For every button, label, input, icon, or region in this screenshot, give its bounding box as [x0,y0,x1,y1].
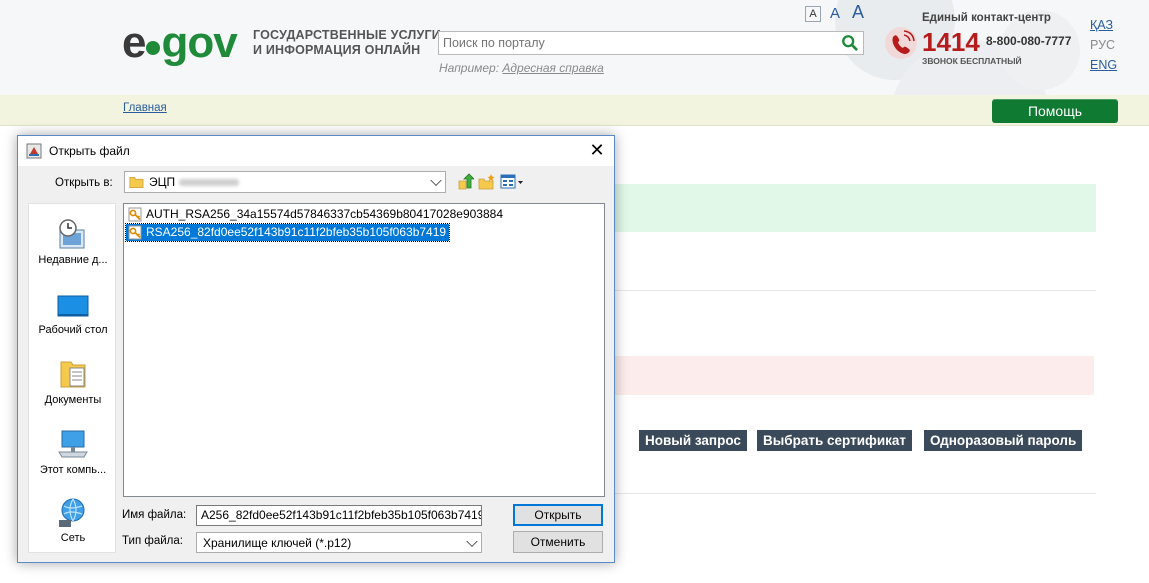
computer-icon [58,430,88,458]
place-recent[interactable]: Недавние д... [29,218,117,266]
help-button[interactable]: Помощь [992,99,1118,123]
recent-items-icon [59,219,85,249]
close-icon[interactable]: ✕ [586,140,608,160]
divider [600,290,1096,291]
filename-input[interactable]: A256_82fd0ee52f143b91c11f2bfeb35b105f063… [196,505,482,526]
example-prefix: Например: [439,61,500,75]
place-label: Этот компь... [39,464,107,476]
filetype-value: Хранилище ключей (*.p12) [203,536,352,550]
select-certificate-button[interactable]: Выбрать сертификат [757,430,913,451]
place-this-pc[interactable]: Этот компь... [29,428,117,476]
blurred-redaction [179,179,240,187]
filetype-select[interactable]: Хранилище ключей (*.p12) [196,532,482,553]
lang-rus-current: РУС [1090,38,1116,52]
contact-short-number: 1414 [922,27,980,57]
logo-e: e [122,18,147,67]
logo-gov: gov [161,18,237,67]
lang-eng-link[interactable]: ENG [1090,58,1117,72]
search-icon[interactable] [841,34,859,52]
documents-icon [60,361,86,388]
key-file-icon [128,207,142,222]
chevron-down-icon [466,535,478,547]
slogan-line-2: И ИНФОРМАЦИЯ ОНЛАЙН [253,43,421,57]
filename-label: Имя файла: [122,509,187,521]
logo-dot-icon [146,41,161,55]
search-box [438,31,864,55]
file-list[interactable]: AUTH_RSA256_34a15574d57846337cb54369b804… [123,203,605,497]
font-size-small-button[interactable]: A [805,6,821,22]
filename-value: A256_82fd0ee52f143b91c11f2bfeb35b105f063… [201,508,482,522]
file-name: AUTH_RSA256_34a15574d57846337cb54369b804… [146,207,503,221]
dialog-title: Открыть файл [49,144,130,158]
info-panel-green [600,184,1096,232]
key-file-icon [128,225,142,240]
place-label: Недавние д... [38,254,108,266]
place-label: Документы [44,394,102,406]
network-globe-icon [59,498,85,527]
one-time-password-button[interactable]: Одноразовый пароль [924,430,1083,451]
search-input[interactable] [439,32,839,54]
place-label: Сеть [60,532,86,544]
look-in-label: Открыть в: [55,177,113,189]
place-network[interactable]: Сеть [29,496,117,544]
breadcrumb-home-link[interactable]: Главная [123,102,167,114]
new-request-button[interactable]: Новый запрос [639,430,747,451]
file-name: RSA256_82fd0ee52f143b91c11f2bfeb35b105f0… [146,225,447,239]
chevron-down-icon [430,174,442,187]
site-slogan: ГОСУДАРСТВЕННЫЕ УСЛУГИ И ИНФОРМАЦИЯ ОНЛА… [253,28,441,58]
folder-icon [129,176,144,188]
look-in-select[interactable]: ЭЦП [124,171,446,193]
up-folder-icon[interactable] [456,173,474,191]
contact-phone-number: 8-800-080-7777 [986,34,1072,48]
open-button[interactable]: Открыть [513,504,603,526]
contact-free-call-note: ЗВОНОК БЕСПЛАТНЫЙ [922,56,1022,66]
new-folder-icon[interactable] [478,173,496,191]
contact-center-title: Единый контакт-центр [922,12,1051,24]
place-desktop[interactable]: Рабочий стол [29,292,117,336]
view-menu-icon[interactable] [500,173,524,191]
filetype-label: Тип файла: [122,535,183,547]
font-size-medium-button[interactable]: A [830,5,840,22]
search-example: Например: Адресная справка [439,61,604,75]
phone-icon [885,27,917,59]
file-item[interactable]: AUTH_RSA256_34a15574d57846337cb54369b804… [126,206,506,223]
look-in-value: ЭЦП [149,175,176,189]
place-label: Рабочий стол [38,324,108,336]
nav-bar [0,95,1149,126]
egov-logo[interactable]: e gov [122,18,238,68]
java-app-icon [26,143,42,159]
slogan-line-1: ГОСУДАРСТВЕННЫЕ УСЛУГИ [253,28,441,42]
places-bar: Недавние д... Рабочий стол Документы Это… [28,203,116,553]
divider [600,493,1096,494]
file-item-selected[interactable]: RSA256_82fd0ee52f143b91c11f2bfeb35b105f0… [124,223,451,242]
font-size-large-button[interactable]: A [852,2,864,23]
example-link[interactable]: Адресная справка [502,61,603,75]
lang-kaz-link[interactable]: ҚАЗ [1090,18,1113,32]
dialog-titlebar[interactable]: Открыть файл ✕ [18,136,614,166]
site-header: e gov ГОСУДАРСТВЕННЫЕ УСЛУГИ И ИНФОРМАЦИЯ… [0,0,1149,95]
place-documents[interactable]: Документы [29,358,117,406]
cancel-button[interactable]: Отменить [513,531,603,553]
error-panel-pink [600,356,1094,395]
open-file-dialog: Открыть файл ✕ Открыть в: ЭЦП Недавние д… [17,135,615,563]
desktop-icon [57,295,89,317]
